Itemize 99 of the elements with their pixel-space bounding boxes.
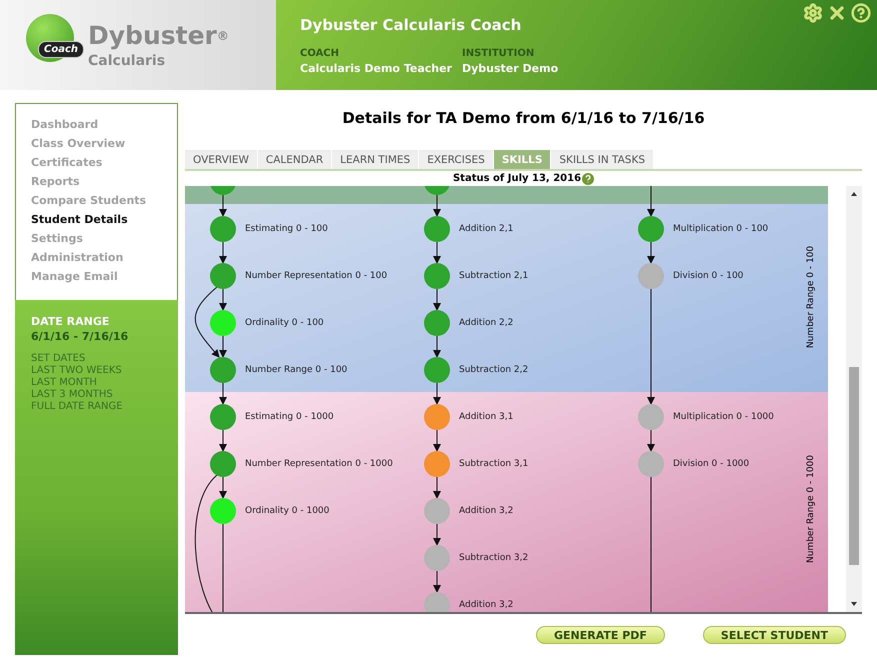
nav-link[interactable]: Student Details bbox=[31, 210, 128, 229]
skill-node[interactable] bbox=[210, 404, 236, 430]
skill-node[interactable] bbox=[210, 216, 236, 242]
skill-label: Subtraction 3,1 bbox=[459, 459, 528, 469]
nav-link[interactable]: Manage Email bbox=[31, 267, 118, 286]
flow-arrow bbox=[219, 194, 227, 217]
flow-arrow bbox=[647, 242, 655, 264]
skill-node[interactable] bbox=[210, 263, 236, 289]
status-text: Status of July 13, 2016 bbox=[452, 173, 582, 184]
date-range-link[interactable]: LAST MONTH bbox=[31, 377, 97, 389]
band-label: Number Range 0 - 1000 bbox=[806, 454, 816, 564]
skill-node[interactable] bbox=[638, 404, 664, 430]
settings-icon[interactable] bbox=[803, 3, 823, 23]
flow-arrow bbox=[219, 242, 227, 264]
skill-label: Division 0 - 1000 bbox=[673, 459, 750, 469]
skill-node[interactable] bbox=[210, 310, 236, 336]
skill-label: Number Representation 0 - 1000 bbox=[245, 459, 393, 469]
skill-node[interactable] bbox=[424, 263, 450, 289]
skill-label: Division 0 - 100 bbox=[673, 271, 744, 281]
page-title: Details for TA Demo from 6/1/16 to 7/16/16 bbox=[341, 109, 706, 129]
tab[interactable]: LEARN TIMES bbox=[332, 150, 418, 169]
skill-label: Number Representation 0 - 100 bbox=[245, 271, 388, 281]
flow-arrow bbox=[433, 570, 441, 593]
flow-arrow bbox=[433, 430, 441, 452]
brand-name: Dybuster$^{®}$ bbox=[88, 21, 229, 51]
flow-arrow bbox=[433, 382, 441, 405]
nav-link[interactable]: Class Overview bbox=[31, 134, 126, 153]
date-range-link[interactable]: FULL DATE RANGE bbox=[31, 401, 123, 413]
skill-node[interactable] bbox=[638, 216, 664, 242]
nav-link[interactable]: Administration bbox=[31, 248, 124, 267]
flow-arrow bbox=[219, 430, 227, 452]
help-icon[interactable] bbox=[582, 172, 594, 184]
tab[interactable]: EXERCISES bbox=[419, 150, 493, 169]
app-title: Dybuster Calcularis Coach bbox=[300, 16, 522, 34]
tab[interactable]: OVERVIEW bbox=[185, 150, 257, 169]
nav-link[interactable]: Certificates bbox=[31, 153, 102, 172]
skill-label: Multiplication 0 - 100 bbox=[673, 224, 768, 234]
tab[interactable]: CALENDAR bbox=[258, 150, 332, 169]
skill-node[interactable] bbox=[638, 263, 664, 289]
action-button[interactable]: GENERATE PDF bbox=[536, 626, 665, 644]
skill-label: Ordinality 0 - 100 bbox=[245, 318, 324, 328]
skill-node[interactable] bbox=[210, 451, 236, 477]
skill-label: Estimating 0 - 1000 bbox=[245, 412, 334, 422]
help-icon[interactable] bbox=[851, 3, 871, 23]
flow-arrow bbox=[433, 242, 441, 264]
flow-arrow bbox=[433, 524, 441, 546]
skill-node[interactable] bbox=[424, 404, 450, 430]
date-range-title: DATE RANGE bbox=[31, 315, 110, 328]
skill-label: Subtraction 2,1 bbox=[459, 271, 528, 281]
skill-label: Subtraction 3,2 bbox=[459, 553, 528, 563]
flow-arrow bbox=[219, 382, 227, 405]
nav-link[interactable]: Settings bbox=[31, 229, 83, 248]
skill-node[interactable] bbox=[424, 216, 450, 242]
tab[interactable]: SKILLS IN TASKS bbox=[551, 150, 654, 169]
skill-node[interactable] bbox=[210, 186, 236, 195]
skill-node[interactable] bbox=[424, 592, 450, 612]
band-label: Number Range 0 - 100 bbox=[806, 244, 816, 350]
skill-label: Addition 2,2 bbox=[459, 318, 514, 328]
skill-node[interactable] bbox=[424, 357, 450, 383]
skill-node[interactable] bbox=[424, 186, 450, 195]
field-value: Dybuster Demo bbox=[462, 62, 560, 75]
skill-node[interactable] bbox=[210, 498, 236, 524]
skill-label: Multiplication 0 - 1000 bbox=[673, 412, 774, 422]
skill-label: Addition 3,2 bbox=[459, 506, 514, 516]
nav-link[interactable]: Compare Students bbox=[31, 191, 146, 210]
date-range-link[interactable]: LAST TWO WEEKS bbox=[31, 365, 122, 377]
skill-label: Estimating 0 - 100 bbox=[245, 224, 328, 234]
skill-label: Ordinality 0 - 1000 bbox=[245, 506, 330, 516]
skill-node[interactable] bbox=[638, 451, 664, 477]
skill-label: Addition 3,2 bbox=[459, 600, 514, 610]
field-value: Calcularis Demo Teacher bbox=[300, 62, 453, 75]
skill-node[interactable] bbox=[424, 545, 450, 571]
flow-arrow bbox=[647, 430, 655, 452]
product-name: Calcularis bbox=[88, 53, 166, 69]
nav-link[interactable]: Reports bbox=[31, 172, 80, 191]
date-range-link[interactable]: LAST 3 MONTHS bbox=[31, 389, 113, 401]
tab[interactable]: SKILLS bbox=[494, 150, 550, 169]
nav-link[interactable]: Dashboard bbox=[31, 115, 98, 134]
flow-arrow bbox=[433, 288, 441, 311]
skill-label: Addition 3,1 bbox=[459, 412, 514, 422]
action-button[interactable]: SELECT STUDENT bbox=[702, 626, 846, 644]
field-label: COACH bbox=[300, 48, 340, 59]
skill-node[interactable] bbox=[424, 310, 450, 336]
date-range-link[interactable]: SET DATES bbox=[31, 353, 86, 365]
field-label: INSTITUTION bbox=[462, 48, 536, 59]
scrollbar[interactable] bbox=[846, 186, 862, 612]
logo-badge: Coach bbox=[38, 41, 84, 58]
skill-label: Subtraction 2,2 bbox=[459, 365, 528, 375]
skill-label: Addition 2,1 bbox=[459, 224, 514, 234]
flow-arrow bbox=[219, 476, 227, 499]
flow-arrow bbox=[433, 476, 441, 499]
flow-arrow bbox=[647, 186, 655, 217]
flow-arrow bbox=[433, 194, 441, 217]
date-range-value: 6/1/16 - 7/16/16 bbox=[31, 330, 128, 343]
skill-label: Number Range 0 - 100 bbox=[245, 365, 348, 375]
skill-node[interactable] bbox=[210, 357, 236, 383]
flow-arrow bbox=[433, 336, 441, 358]
skill-node[interactable] bbox=[424, 498, 450, 524]
skill-node[interactable] bbox=[424, 451, 450, 477]
